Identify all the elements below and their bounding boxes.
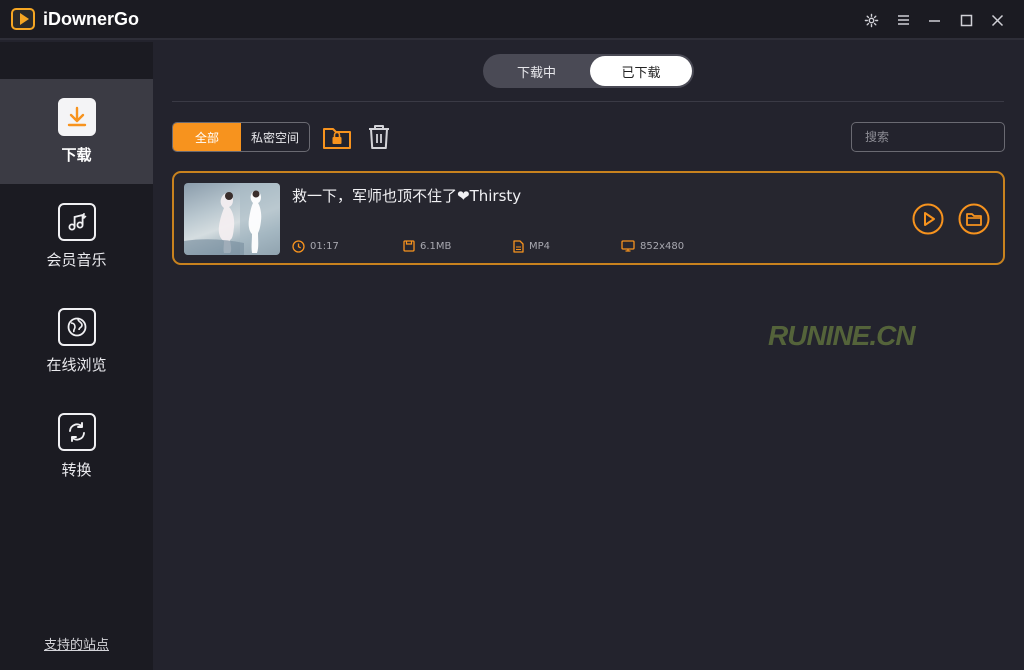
play-icon xyxy=(912,203,944,235)
settings-icon[interactable] xyxy=(862,11,880,29)
app-logo-icon xyxy=(11,8,35,30)
close-icon[interactable] xyxy=(988,11,1006,29)
resolution-meta: 852x480 xyxy=(621,240,684,252)
lock-folder-icon[interactable] xyxy=(322,122,352,152)
open-folder-button[interactable] xyxy=(958,203,990,235)
sidebar-item-music[interactable]: 会员音乐 xyxy=(0,184,153,289)
space-filter: 全部 私密空间 xyxy=(172,122,310,152)
search-input[interactable] xyxy=(851,122,1005,152)
download-item[interactable]: 救一下，军师也顶不住了❤Thirsty 01:17 6.1MB MP4 852x… xyxy=(172,171,1005,265)
folder-icon xyxy=(958,203,990,235)
title-bar: iDownerGo xyxy=(0,0,1024,40)
clock-icon xyxy=(292,240,305,253)
sidebar-item-label: 下载 xyxy=(61,146,92,164)
tab-downloaded[interactable]: 已下载 xyxy=(590,56,692,86)
music-icon xyxy=(57,203,96,241)
sidebar-item-browse[interactable]: 在线浏览 xyxy=(0,289,153,394)
video-title: 救一下，军师也顶不住了❤Thirsty xyxy=(292,187,522,205)
duration-meta: 01:17 xyxy=(292,240,339,253)
format-meta: MP4 xyxy=(513,240,550,253)
sidebar-item-label: 转换 xyxy=(61,461,92,479)
watermark: RUNINE.CN xyxy=(768,320,916,351)
sidebar: 下载 会员音乐 在线浏览 转换 支持的站点 xyxy=(0,42,153,670)
maximize-icon[interactable] xyxy=(957,11,975,29)
sidebar-item-label: 在线浏览 xyxy=(46,356,107,374)
file-icon xyxy=(513,240,524,253)
sidebar-item-convert[interactable]: 转换 xyxy=(0,394,153,499)
tab-downloading[interactable]: 下载中 xyxy=(485,56,588,86)
menu-icon[interactable] xyxy=(894,11,912,29)
globe-icon xyxy=(57,308,96,346)
minimize-icon[interactable] xyxy=(925,11,943,29)
divider xyxy=(172,101,1004,102)
download-icon xyxy=(57,98,96,136)
convert-icon xyxy=(57,413,96,451)
sidebar-item-label: 会员音乐 xyxy=(46,251,107,269)
supported-sites-link[interactable]: 支持的站点 xyxy=(0,634,153,653)
filter-all-button[interactable]: 全部 xyxy=(173,123,241,151)
filter-private-button[interactable]: 私密空间 xyxy=(241,123,309,151)
monitor-icon xyxy=(621,240,635,252)
resolution-value: 852x480 xyxy=(640,240,685,252)
trash-icon[interactable] xyxy=(364,122,394,152)
format-value: MP4 xyxy=(529,241,551,252)
duration-value: 01:17 xyxy=(310,241,339,252)
video-thumbnail xyxy=(184,183,280,255)
download-tabs: 下载中 已下载 xyxy=(483,54,694,88)
size-meta: 6.1MB xyxy=(403,240,451,252)
disk-icon xyxy=(403,240,415,252)
size-value: 6.1MB xyxy=(420,240,452,252)
play-button[interactable] xyxy=(912,203,944,235)
sidebar-item-download[interactable]: 下载 xyxy=(0,79,153,184)
app-title: iDownerGo xyxy=(43,9,140,29)
